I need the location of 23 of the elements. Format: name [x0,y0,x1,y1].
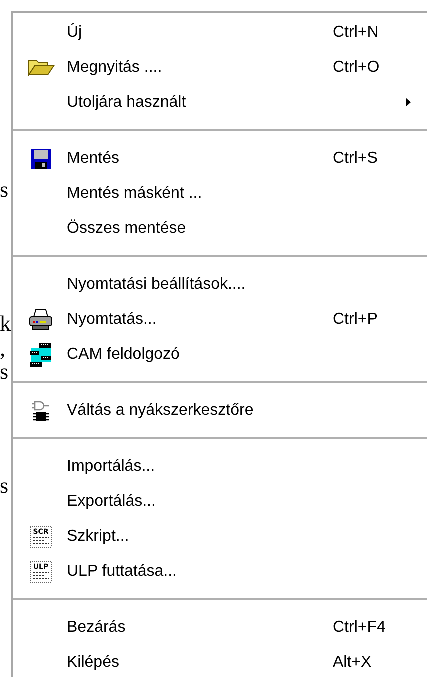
document-text: , [0,337,6,361]
document-text: k [0,312,11,336]
menu-item[interactable]: Nyomtatás... Ctrl+P [13,302,427,337]
film-icon [29,342,53,368]
menu-item[interactable]: Váltás a nyákszerkesztőre [13,393,427,428]
chip-icon [31,400,51,422]
folder-icon [28,59,54,76]
menu-item[interactable]: Mentés másként ... [13,176,427,211]
menu-item[interactable]: Exportálás... [13,484,427,519]
menu-item[interactable]: Kilépés Alt+X [13,645,427,677]
menu-item[interactable]: Bezárás Ctrl+F4 [13,610,427,645]
document-text: s [0,178,9,202]
document-text: s [0,360,9,384]
document-text: s [0,474,9,498]
menu-item[interactable]: Mentés Ctrl+S [13,141,427,176]
menu-item[interactable]: Összes mentése [13,211,427,246]
menu-item[interactable]: Új Ctrl+N [13,15,427,50]
menu-item[interactable]: Megnyitás .... Ctrl+O [13,50,427,85]
menu-item[interactable]: Importálás... [13,449,427,484]
menu-item[interactable]: Utoljára használt [13,85,427,120]
menu-item[interactable]: Nyomtatási beállítások.... [13,267,427,302]
printer-icon [29,308,53,330]
menu-item[interactable]: CAM feldolgozó [13,337,427,372]
